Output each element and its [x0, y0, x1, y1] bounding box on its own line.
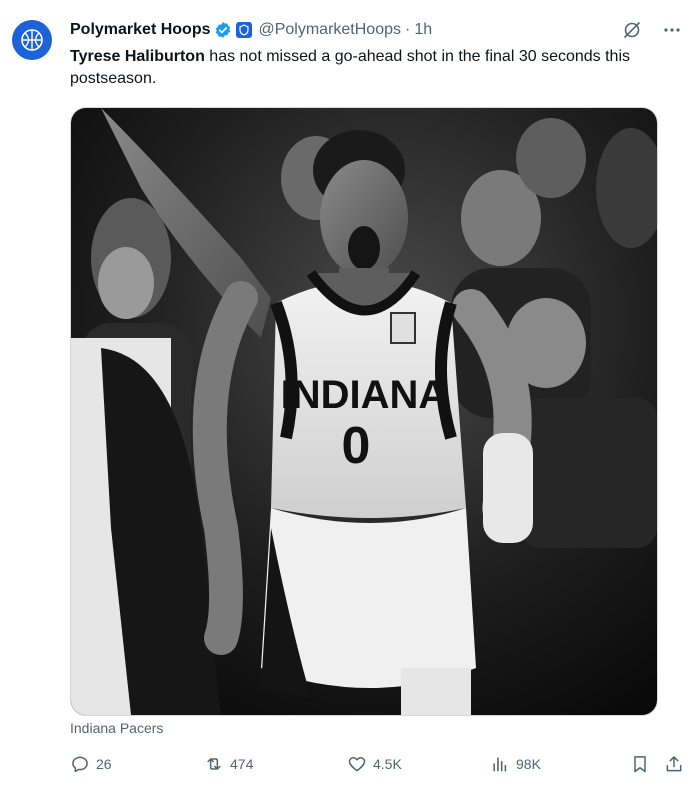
- like-count: 4.5K: [373, 756, 402, 772]
- timestamp[interactable]: 1h: [414, 21, 432, 39]
- affiliate-badge-icon[interactable]: [236, 22, 253, 38]
- author-name[interactable]: Polymarket Hoops: [70, 21, 210, 39]
- tweet-header: Polymarket Hoops @PolymarketHoops · 1h: [70, 18, 684, 42]
- reply-count: 26: [96, 756, 112, 772]
- views-button[interactable]: 98K: [490, 754, 541, 774]
- like-button[interactable]: 4.5K: [347, 754, 402, 774]
- repost-count: 474: [230, 756, 254, 772]
- avatar[interactable]: [12, 20, 52, 60]
- bookmark-icon: [634, 756, 646, 773]
- separator-dot: ·: [405, 21, 411, 38]
- action-bar: 26 474 4.5K 98K: [70, 754, 686, 778]
- grok-icon[interactable]: [620, 18, 644, 42]
- share-button[interactable]: [664, 754, 690, 774]
- more-options-icon[interactable]: [660, 18, 684, 42]
- repost-button[interactable]: 474: [204, 754, 253, 774]
- tweet[interactable]: Polymarket Hoops @PolymarketHoops · 1h T…: [0, 0, 696, 787]
- tagged-user[interactable]: Indiana Pacers: [70, 720, 163, 736]
- bookmark-button[interactable]: [630, 754, 656, 774]
- basketball-globe-icon: [21, 29, 43, 51]
- share-icon: [666, 756, 682, 772]
- tweet-text: Tyrese Haliburton has not missed a go-ah…: [70, 46, 686, 90]
- jersey-number-text: 0: [342, 417, 371, 475]
- jersey-team-text: INDIANA: [281, 373, 448, 417]
- photo-illustration: INDIANA 0: [71, 108, 657, 715]
- analytics-icon: [493, 757, 507, 772]
- tweet-photo[interactable]: INDIANA 0: [70, 107, 658, 716]
- repost-icon: [207, 758, 221, 770]
- verified-badge-icon: [214, 21, 232, 39]
- reply-button[interactable]: 26: [70, 754, 112, 774]
- author-handle[interactable]: @PolymarketHoops: [258, 21, 401, 39]
- views-count: 98K: [516, 756, 541, 772]
- tweet-bold-name[interactable]: Tyrese Haliburton: [70, 48, 205, 65]
- reply-icon: [72, 756, 88, 773]
- heart-icon: [348, 757, 366, 772]
